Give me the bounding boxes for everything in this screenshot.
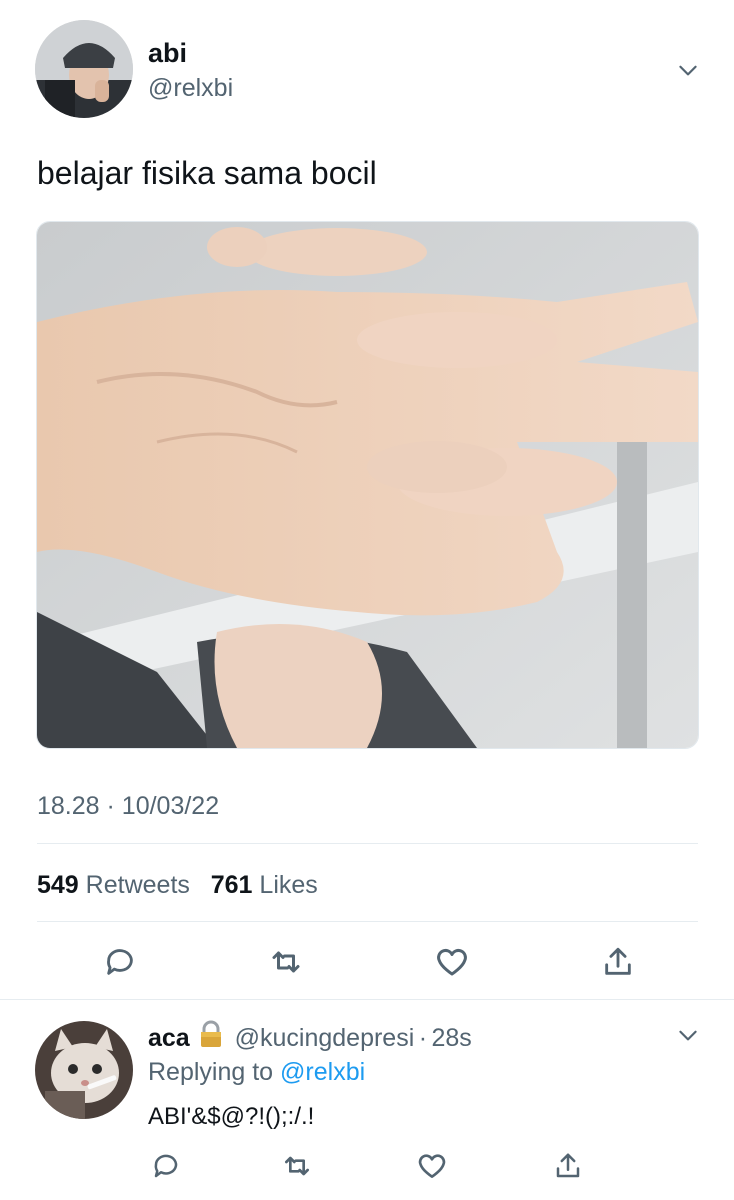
chevron-down-icon[interactable] bbox=[668, 1015, 708, 1055]
time-separator: · bbox=[106, 792, 115, 820]
reply-header: aca @kucingdepresi · 28s bbox=[148, 1020, 472, 1053]
reply-text: ABI'&$@?!();:/.! bbox=[148, 1103, 315, 1130]
replying-mention[interactable]: @relxbi bbox=[280, 1058, 365, 1086]
tweet-timestamp[interactable]: 18.28 · 10/03/22 bbox=[37, 792, 219, 821]
lock-icon bbox=[196, 1020, 226, 1053]
replying-prefix: Replying to bbox=[148, 1058, 274, 1086]
reply-icon[interactable] bbox=[100, 942, 140, 982]
reply-author-name[interactable]: aca bbox=[148, 1024, 190, 1052]
divider bbox=[37, 843, 698, 844]
divider bbox=[37, 921, 698, 922]
author-avatar[interactable] bbox=[35, 20, 133, 118]
tweet-photo[interactable] bbox=[36, 221, 699, 749]
likes-stat[interactable]: 761 Likes bbox=[211, 871, 318, 899]
heart-icon[interactable] bbox=[412, 1146, 452, 1186]
retweets-label: Retweets bbox=[85, 871, 190, 899]
reply-avatar[interactable] bbox=[35, 1021, 133, 1119]
reply-separator: · bbox=[418, 1024, 428, 1052]
heart-icon[interactable] bbox=[432, 942, 472, 982]
replying-to: Replying to @relxbi bbox=[148, 1058, 365, 1087]
reply-age[interactable]: 28s bbox=[432, 1024, 472, 1052]
author-handle[interactable]: @relxbi bbox=[148, 74, 233, 103]
divider bbox=[0, 999, 734, 1000]
likes-count: 761 bbox=[210, 871, 253, 899]
retweet-icon[interactable] bbox=[277, 1146, 317, 1186]
tweet-time: 18.28 bbox=[37, 792, 100, 820]
hands-photo bbox=[37, 222, 698, 748]
tweet-date: 10/03/22 bbox=[121, 792, 220, 820]
author-name[interactable]: abi bbox=[148, 38, 187, 69]
tweet-stats: 549 Retweets 761 Likes bbox=[37, 871, 318, 900]
likes-label: Likes bbox=[259, 871, 318, 899]
reply-icon[interactable] bbox=[146, 1146, 186, 1186]
tweet-text: belajar fisika sama bocil bbox=[37, 155, 377, 191]
chevron-down-icon[interactable] bbox=[668, 50, 708, 90]
retweet-icon[interactable] bbox=[266, 942, 306, 982]
share-icon[interactable] bbox=[548, 1146, 588, 1186]
reply-author-handle[interactable]: @kucingdepresi bbox=[235, 1024, 415, 1052]
share-icon[interactable] bbox=[598, 942, 638, 982]
retweets-stat[interactable]: 549 Retweets bbox=[37, 871, 197, 899]
retweets-count: 549 bbox=[37, 871, 79, 899]
